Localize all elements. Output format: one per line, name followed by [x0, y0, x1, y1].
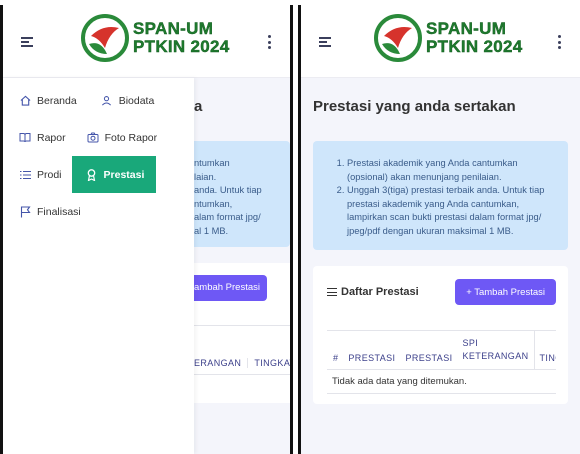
logo-line1: SPAN-UM [426, 19, 507, 38]
menu-item-finalisasi[interactable]: Finalisasi [3, 199, 81, 225]
side-drawer: Beranda Biodata Rapor Foto Rapor Prodi P… [3, 78, 194, 454]
home-icon [19, 95, 31, 107]
kebab-menu-icon[interactable] [558, 35, 562, 49]
add-prestasi-button[interactable]: + Tambah Prestasi [455, 279, 556, 305]
menu-item-prodi[interactable]: Prodi [3, 162, 62, 188]
page-title: Prestasi yang anda sertakan [313, 98, 516, 115]
menu-label: Beranda [37, 94, 77, 107]
menu-item-beranda[interactable]: Beranda [3, 88, 77, 114]
column-header-tingkat[interactable]: TINGKAT [534, 331, 556, 370]
user-icon [101, 95, 113, 107]
column-header-spi[interactable]: SPI KETERANGAN [457, 331, 535, 370]
table-row: Tidak ada data yang ditemukan. [327, 369, 556, 394]
empty-message: Tidak ada data yang ditemukan. [327, 369, 556, 394]
info-fragment-line: laian. [194, 171, 217, 182]
column-header-number[interactable]: # [327, 331, 344, 370]
top-bar: SPAN-UM PTKIN 2024 [3, 5, 290, 78]
flag-icon [19, 205, 31, 218]
logo-line1: SPAN-UM [133, 19, 214, 38]
info-item: Prestasi akademik yang Anda cantumkan (o… [347, 157, 554, 184]
logo-line2: PTKIN 2024 [133, 37, 230, 56]
column-header-spi-label: SPI [462, 338, 479, 348]
prestasi-table: # PRESTASI PRESTASI SPI KETERANGAN TINGK… [327, 330, 556, 394]
logo-line2: PTKIN 2024 [426, 37, 523, 56]
right-screen: SPAN-UM PTKIN 2024 Prestasi yang anda se… [298, 5, 580, 454]
kebab-menu-icon[interactable] [268, 35, 272, 49]
page-title-fragment: a [194, 98, 203, 115]
book-icon [19, 132, 31, 144]
column-header-fragment: ERANGAN [194, 358, 249, 368]
menu-label: Biodata [118, 94, 155, 107]
info-box: Prestasi akademik yang Anda cantumkan (o… [313, 141, 568, 250]
hamburger-icon[interactable] [21, 37, 33, 47]
card-title: Daftar Prestasi [327, 286, 419, 298]
info-fragment-line: al 1 MB. [194, 225, 229, 236]
award-icon [86, 168, 98, 181]
card-title-label: Daftar Prestasi [341, 286, 419, 298]
column-header-keterangan: KETERANGAN [462, 351, 529, 361]
logo-emblem-icon [81, 14, 129, 62]
info-fragment-line: alam format jpg/ [194, 212, 261, 222]
menu-label: Prodi [37, 168, 62, 181]
menu-item-rapor[interactable]: Rapor [3, 125, 66, 151]
menu-label: Prestasi [103, 168, 145, 181]
main-content: Prestasi yang anda sertakan Prestasi aka… [301, 98, 580, 404]
menu-item-foto-rapor[interactable]: Foto Rapor [66, 125, 158, 151]
menu-label: Finalisasi [37, 205, 81, 218]
menu-item-prestasi[interactable]: Prestasi [71, 156, 157, 193]
info-fragment-line: ntumkan, [194, 198, 233, 209]
info-item: Unggah 3(tiga) prestasi terbaik anda. Un… [347, 184, 554, 238]
add-button-fragment[interactable]: ambah Prestasi [194, 275, 268, 301]
card-fragment: ambah Prestasi ERANGAN TINGKAT [194, 263, 290, 403]
logo-emblem-icon [374, 14, 422, 62]
page-behind-drawer: a ntumkan laian. anda. Untuk tiap ntumka… [194, 78, 290, 403]
hamburger-icon[interactable] [319, 37, 331, 47]
menu-item-biodata[interactable]: Biodata [77, 88, 155, 114]
list-icon [327, 288, 337, 297]
column-header-fragment: TINGKAT [254, 358, 293, 368]
table-header-row: # PRESTASI PRESTASI SPI KETERANGAN TINGK… [327, 331, 556, 370]
info-fragment-line: ntumkan [194, 158, 230, 168]
top-bar: SPAN-UM PTKIN 2024 [301, 5, 580, 78]
list-icon [19, 169, 31, 181]
left-screen: SPAN-UM PTKIN 2024 a ntumkan laian. anda… [0, 5, 293, 454]
prestasi-card: Daftar Prestasi + Tambah Prestasi # PRES… [313, 266, 568, 404]
logo: SPAN-UM PTKIN 2024 [81, 14, 230, 62]
menu-label: Rapor [37, 131, 66, 144]
column-header-prestasi[interactable]: PRESTASI [343, 331, 401, 370]
camera-icon [87, 132, 99, 144]
logo: SPAN-UM PTKIN 2024 [374, 14, 523, 62]
menu-label: Foto Rapor [104, 131, 158, 144]
info-box-fragment: ntumkan laian. anda. Untuk tiap ntumkan,… [194, 141, 290, 247]
info-fragment-line: anda. Untuk tiap [194, 185, 262, 195]
column-header-prestasi-2[interactable]: PRESTASI [400, 331, 458, 370]
